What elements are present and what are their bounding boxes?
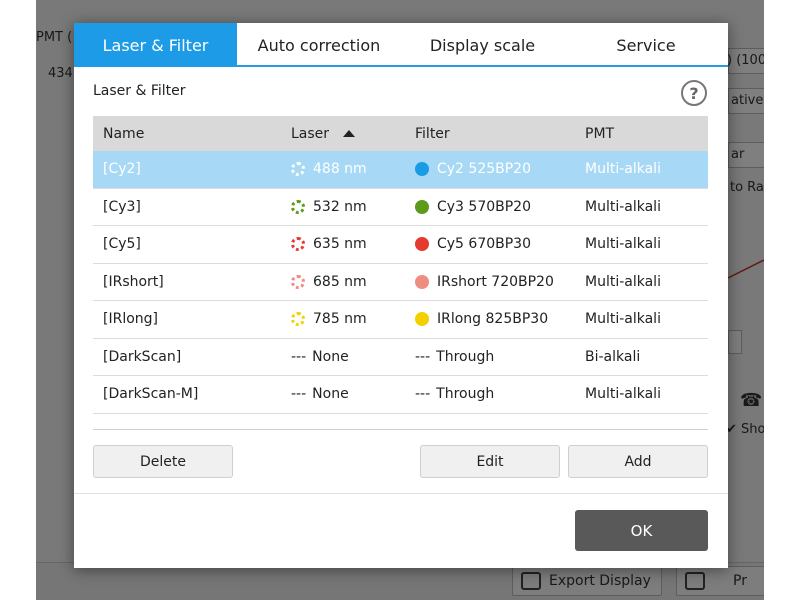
column-header-laser[interactable]: Laser <box>283 126 405 142</box>
table-row[interactable]: [IRshort] 685 nm IRshort 720BP20 Multi-a… <box>93 264 708 301</box>
table-row[interactable]: [IRlong] 785 nm IRlong 825BP30 Multi-alk… <box>93 301 708 339</box>
cell-name: [DarkScan] <box>103 348 182 365</box>
cell-laser: 488 nm <box>283 161 405 177</box>
cell-filter: --- Through <box>415 386 495 403</box>
cell-pmt: Bi-alkali <box>585 348 641 365</box>
cell-laser: 785 nm <box>283 311 405 327</box>
table-bottom-divider <box>93 429 708 430</box>
filter-color-icon <box>415 274 429 289</box>
laser-icon <box>291 274 305 289</box>
cell-pmt: Multi-alkali <box>585 386 661 403</box>
cell-pmt: Multi-alkali <box>585 311 661 328</box>
cell-name: [IRlong] <box>103 311 158 328</box>
tab-bar: Laser & Filter Auto correction Display s… <box>74 23 728 67</box>
filter-color-icon <box>415 312 429 327</box>
cell-pmt: Multi-alkali <box>585 198 661 215</box>
cell-filter: --- Through <box>415 348 495 365</box>
laser-icon <box>291 199 305 214</box>
cell-filter: IRlong 825BP30 <box>405 311 585 327</box>
cell-laser: --- None <box>291 348 349 365</box>
cell-filter: Cy3 570BP20 <box>405 199 585 215</box>
cell-pmt: Multi-alkali <box>585 161 661 178</box>
dash-glyph: --- <box>291 386 307 403</box>
filter-color-icon <box>415 199 429 214</box>
cell-name: [IRshort] <box>103 273 164 290</box>
dash-glyph: --- <box>291 348 307 365</box>
cell-name: [Cy3] <box>103 198 141 215</box>
cell-pmt: Multi-alkali <box>585 273 661 290</box>
delete-button[interactable]: Delete <box>93 445 233 478</box>
table-row[interactable]: [Cy5] 635 nm Cy5 670BP30 Multi-alkali <box>93 226 708 264</box>
cell-filter: Cy5 670BP30 <box>405 236 585 252</box>
cell-filter: Cy2 525BP20 <box>405 161 585 177</box>
column-header-filter[interactable]: Filter <box>405 126 585 142</box>
column-header-pmt[interactable]: PMT <box>585 126 708 142</box>
ok-button[interactable]: OK <box>575 510 708 551</box>
laser-filter-table: Name Laser Filter PMT [Cy2] 488 nm Cy2 5… <box>93 116 708 414</box>
table-row[interactable]: [Cy3] 532 nm Cy3 570BP20 Multi-alkali <box>93 189 708 226</box>
dash-glyph: --- <box>415 386 431 403</box>
settings-dialog: Laser & Filter Auto correction Display s… <box>74 23 728 568</box>
edit-button[interactable]: Edit <box>420 445 560 478</box>
cell-laser: 532 nm <box>283 199 405 215</box>
cell-filter: IRshort 720BP20 <box>405 274 585 290</box>
column-header-name[interactable]: Name <box>93 126 283 142</box>
cell-name: [DarkScan-M] <box>103 386 199 403</box>
filter-color-icon <box>415 237 429 252</box>
table-row[interactable]: [DarkScan-M] --- None --- Through Multi-… <box>93 376 708 414</box>
dash-glyph: --- <box>415 348 431 365</box>
cell-name: [Cy5] <box>103 236 141 253</box>
laser-icon <box>291 312 305 327</box>
cell-laser: 635 nm <box>283 236 405 252</box>
laser-icon <box>291 237 305 252</box>
footer-divider <box>74 493 728 494</box>
tab-auto-correction[interactable]: Auto correction <box>237 23 401 67</box>
table-row[interactable]: [Cy2] 488 nm Cy2 525BP20 Multi-alkali <box>93 151 708 189</box>
laser-icon <box>291 162 305 177</box>
cell-name: [Cy2] <box>103 161 141 178</box>
tab-display-scale[interactable]: Display scale <box>401 23 564 67</box>
tab-laser-filter[interactable]: Laser & Filter <box>74 23 237 67</box>
cell-laser: 685 nm <box>283 274 405 290</box>
cell-pmt: Multi-alkali <box>585 236 661 253</box>
sort-ascending-icon <box>343 130 356 137</box>
table-header: Name Laser Filter PMT <box>93 116 708 151</box>
tab-service[interactable]: Service <box>564 23 728 67</box>
help-icon[interactable]: ? <box>681 80 707 106</box>
section-title: Laser & Filter <box>93 83 186 99</box>
table-row[interactable]: [DarkScan] --- None --- Through Bi-alkal… <box>93 339 708 376</box>
filter-color-icon <box>415 162 429 177</box>
add-button[interactable]: Add <box>568 445 708 478</box>
cell-laser: --- None <box>291 386 349 403</box>
